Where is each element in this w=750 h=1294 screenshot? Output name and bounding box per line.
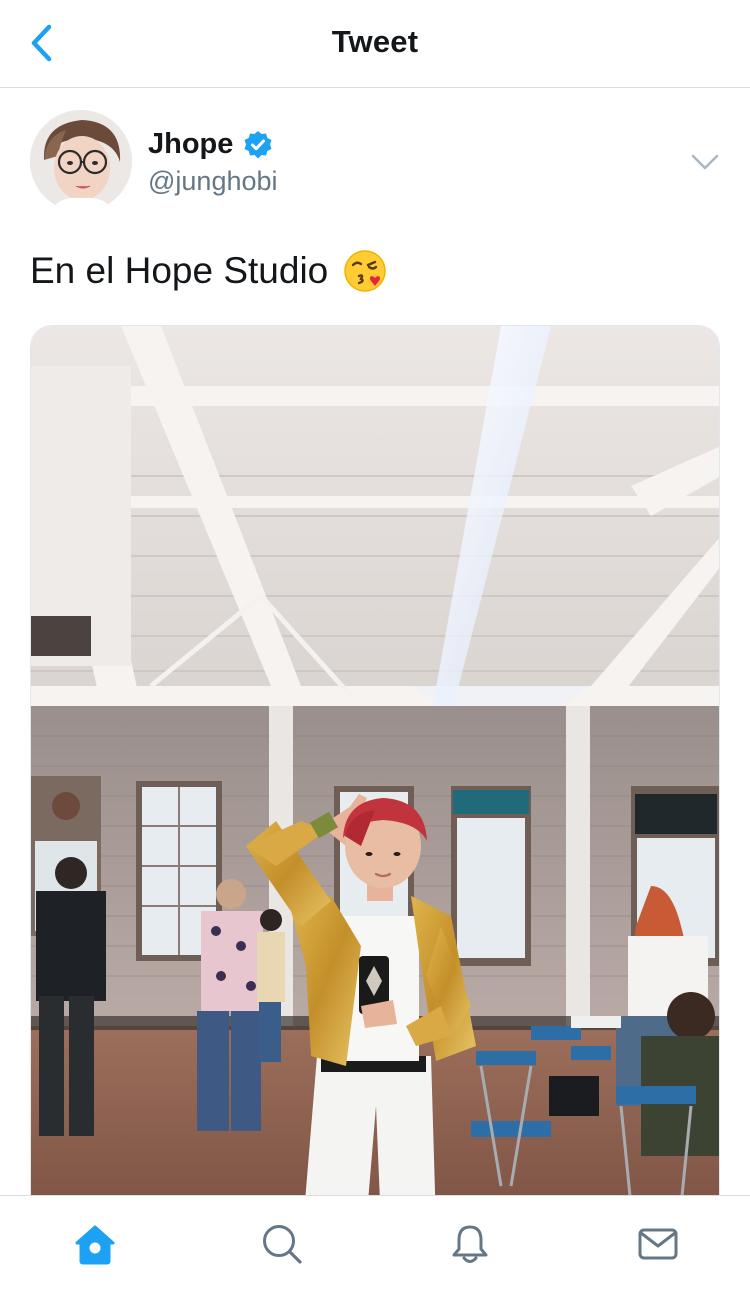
tab-notifications[interactable]	[446, 1220, 494, 1268]
tweet-text-content: En el Hope Studio	[30, 250, 329, 291]
tweet-photo[interactable]	[30, 325, 720, 1225]
home-icon	[75, 1225, 115, 1265]
tab-search[interactable]	[258, 1220, 306, 1268]
tab-messages[interactable]	[634, 1220, 682, 1268]
mail-icon	[638, 1228, 678, 1260]
chevron-down-icon	[691, 154, 719, 170]
tweet-options-button[interactable]	[690, 150, 720, 174]
studio-photo	[31, 326, 719, 1224]
page-title: Tweet	[331, 24, 419, 59]
tweet-text: En el Hope Studio	[30, 248, 388, 294]
author-display-name: Jhope	[148, 128, 234, 160]
bottom-tab-bar	[0, 1195, 750, 1294]
tab-home[interactable]	[71, 1220, 119, 1268]
avatar-photo	[30, 110, 132, 212]
nav-header: Tweet	[0, 0, 750, 88]
avatar[interactable]	[30, 110, 132, 212]
bell-icon	[452, 1225, 488, 1263]
verified-badge-icon	[243, 130, 273, 160]
author-handle[interactable]: @junghobi	[148, 166, 278, 197]
tweet-detail-screen: Tweet Jhope @junghobi En el Hope Studio	[0, 0, 750, 1294]
kiss-emoji-icon	[342, 248, 388, 294]
author-name-row[interactable]: Jhope	[148, 128, 273, 161]
tweet-author: Jhope @junghobi	[30, 110, 720, 216]
search-icon	[263, 1225, 302, 1264]
